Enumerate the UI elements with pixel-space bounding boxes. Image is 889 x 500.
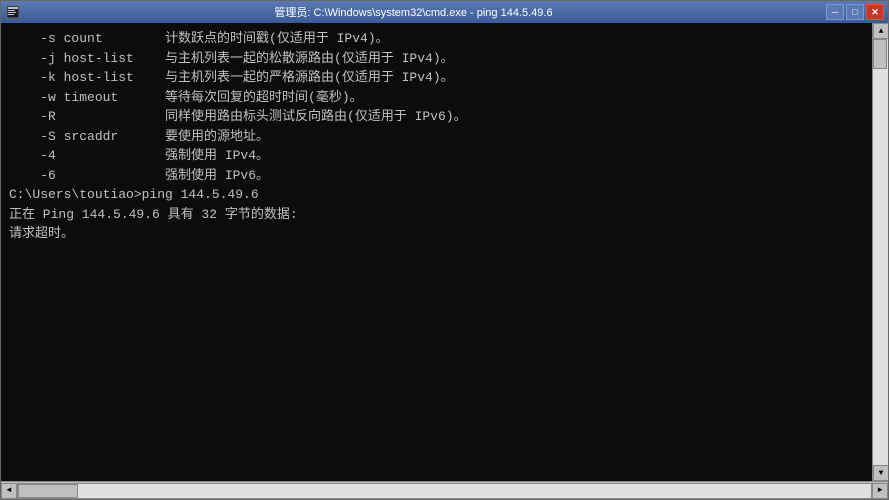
scroll-thumb-vertical[interactable] xyxy=(873,39,887,69)
titlebar: 管理员: C:\Windows\system32\cmd.exe - ping … xyxy=(1,1,888,23)
horizontal-scrollbar: ◄ ► xyxy=(1,481,888,499)
titlebar-buttons: ─ □ ✕ xyxy=(826,4,884,20)
scroll-up-button[interactable]: ▲ xyxy=(873,23,888,39)
maximize-button[interactable]: □ xyxy=(846,4,864,20)
window-title: 管理员: C:\Windows\system32\cmd.exe - ping … xyxy=(1,4,826,20)
scroll-right-button[interactable]: ► xyxy=(872,483,888,499)
close-button[interactable]: ✕ xyxy=(866,4,884,20)
scroll-left-button[interactable]: ◄ xyxy=(1,483,17,499)
vertical-scrollbar: ▲ ▼ xyxy=(872,23,888,481)
window-body: -s count 计数跃点的时间戳(仅适用于 IPv4)。 -j host-li… xyxy=(1,23,888,481)
scroll-down-button[interactable]: ▼ xyxy=(873,465,888,481)
scroll-thumb-horizontal[interactable] xyxy=(18,484,78,498)
minimize-button[interactable]: ─ xyxy=(826,4,844,20)
scroll-track-horizontal[interactable] xyxy=(17,483,872,499)
cmd-window: 管理员: C:\Windows\system32\cmd.exe - ping … xyxy=(0,0,889,500)
scroll-track-vertical[interactable] xyxy=(873,39,888,465)
terminal-output[interactable]: -s count 计数跃点的时间戳(仅适用于 IPv4)。 -j host-li… xyxy=(1,23,872,481)
